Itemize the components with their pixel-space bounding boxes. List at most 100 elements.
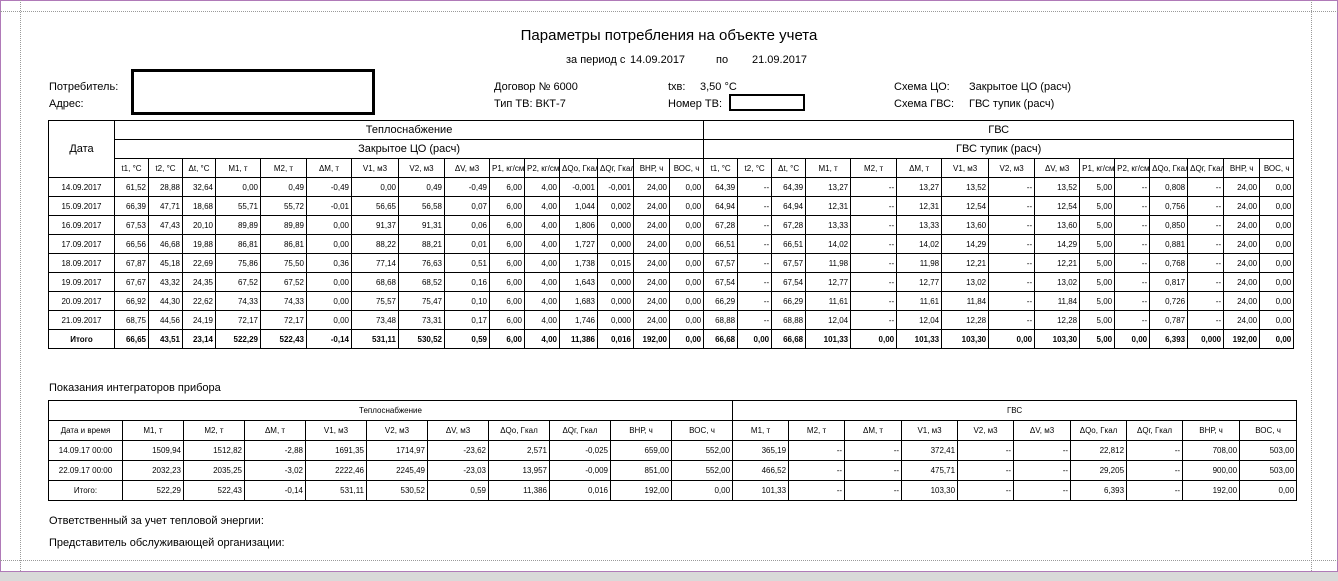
column-header: ΔV, м3: [1013, 420, 1072, 441]
row-date: 17.09.2017: [48, 234, 115, 254]
contract-number: Договор № 6000: [494, 81, 578, 93]
table-cell: 24,00: [633, 177, 670, 197]
total-cell: 192,00: [633, 329, 670, 349]
table-cell: 22,812: [1070, 440, 1128, 461]
table-cell: --: [988, 215, 1036, 235]
table-cell: 43,32: [148, 272, 183, 292]
table-cell: 0,000: [597, 310, 634, 330]
table-cell: --: [850, 196, 898, 216]
column-header: ΔM, т: [244, 420, 306, 441]
table-cell: -0,01: [306, 196, 352, 216]
table-cell: 0,00: [306, 234, 352, 254]
table-cell: 44,56: [148, 310, 183, 330]
table-cell: 0,36: [306, 253, 352, 273]
table-cell: 24,00: [633, 291, 670, 311]
table-cell: --: [850, 310, 898, 330]
table-cell: 5,00: [1079, 196, 1116, 216]
table-cell: 86,81: [260, 234, 307, 254]
table-columns-row: t1, °C t2, °C Δt, °C M1, т M2, т ΔM, т V1, м3 V…: [49, 158, 1295, 178]
table-cell: 20,10: [182, 215, 216, 235]
table-cell: 0,00: [670, 480, 734, 501]
table-cell: 4,00: [524, 310, 560, 330]
column-header: t1, °C: [114, 158, 149, 178]
table-cell: 0,00: [668, 234, 705, 254]
table-cell: 12,54: [1034, 196, 1081, 216]
table-cell: 19,88: [182, 234, 216, 254]
table-cell: 11,98: [805, 253, 852, 273]
table-cell: 67,87: [114, 253, 149, 273]
table-cell: 91,31: [398, 215, 445, 235]
table-cell: 0,000: [597, 272, 634, 292]
column-header: V1, м3: [305, 420, 367, 441]
table-row: 21.09.2017 68,75 44,56 24,19 72,17 72,17 0,00 7…: [48, 310, 1295, 330]
period-to: 21.09.2017: [752, 54, 808, 66]
table-cell: 46,68: [148, 234, 183, 254]
table-cell: 11,386: [488, 480, 550, 501]
period-from: 14.09.2017: [630, 54, 686, 66]
table-cell: 13,60: [941, 215, 990, 235]
table-cell: --: [788, 440, 846, 461]
table-cell: 4,00: [524, 234, 560, 254]
column-header: ΔQo, Гкал: [488, 420, 550, 441]
table-cell: 372,41: [901, 440, 959, 461]
table-cell: 13,957: [488, 460, 550, 481]
table-cell: 14,29: [1034, 234, 1081, 254]
table-cell: 24,00: [1223, 310, 1261, 330]
column-header: t1, °C: [703, 158, 739, 178]
table-cell: 1,738: [559, 253, 598, 273]
table-cell: 900,00: [1182, 460, 1241, 481]
table-cell: 0,881: [1149, 234, 1189, 254]
table-cell: 11,84: [941, 291, 990, 311]
row-date: 18.09.2017: [48, 253, 115, 273]
table-cell: 0,00: [306, 291, 352, 311]
table-cell: 0,01: [444, 234, 490, 254]
table-cell: 0,726: [1149, 291, 1189, 311]
table-cell: 0,00: [1259, 253, 1295, 273]
column-header: V2, м3: [366, 420, 428, 441]
column-header: V1, м3: [351, 158, 399, 178]
total-cell: 522,29: [215, 329, 261, 349]
table-cell: 0,015: [597, 253, 634, 273]
total-row: Итого 66,65 43,51 23,14 522,29 522,43 -0,14 531…: [48, 329, 1295, 349]
column-header: ВОС, ч: [668, 158, 705, 178]
table-cell: --: [988, 196, 1036, 216]
date-column-header: Дата: [48, 120, 115, 178]
responsible-label: Ответственный за учет тепловой энергии:: [49, 515, 264, 527]
consumer-label: Потребитель:: [49, 81, 119, 93]
table-cell: 24,00: [633, 196, 670, 216]
table-cell: 13,02: [1034, 272, 1081, 292]
table-cell: 1,746: [559, 310, 598, 330]
table-cell: 851,00: [610, 460, 672, 481]
table-cell: 466,52: [732, 460, 790, 481]
integrators-row: 14.09.17 00:00 1509,94 1512,82 -2,88 1691,35…: [48, 440, 1298, 461]
table-cell: 1691,35: [305, 440, 367, 461]
table-cell: --: [1013, 460, 1072, 481]
cold-water-temp-value: 3,50 °С: [700, 81, 737, 93]
total-cell: -0,14: [306, 329, 352, 349]
table-cell: --: [988, 272, 1036, 292]
integrators-title: Показания интеграторов прибора: [49, 382, 221, 394]
table-cell: 47,43: [148, 215, 183, 235]
table-cell: 0,768: [1149, 253, 1189, 273]
table-row: 19.09.2017 67,67 43,32 24,35 67,52 67,52 0,00 6…: [48, 272, 1295, 292]
table-cell: 22,69: [182, 253, 216, 273]
table-cell: 103,30: [901, 480, 959, 501]
table-cell: 0,000: [597, 291, 634, 311]
total-cell: 6,00: [489, 329, 525, 349]
total-cell: 0,00: [850, 329, 898, 349]
integrators-heating-header: Теплоснабжение: [47, 400, 734, 421]
table-cell: 0,000: [597, 215, 634, 235]
table-cell: 55,72: [260, 196, 307, 216]
table-cell: 66,56: [114, 234, 149, 254]
table-cell: 75,86: [215, 253, 261, 273]
column-header: M2, т: [183, 420, 245, 441]
column-header: P1, кг/см2: [489, 158, 525, 178]
table-cell: 6,00: [489, 253, 525, 273]
table-cell: --: [1187, 291, 1225, 311]
table-cell: 0,817: [1149, 272, 1189, 292]
table-cell: 0,808: [1149, 177, 1189, 197]
table-cell: 24,19: [182, 310, 216, 330]
consumer-redaction: [131, 69, 375, 115]
total-cell: 103,30: [941, 329, 990, 349]
table-cell: 12,28: [941, 310, 990, 330]
